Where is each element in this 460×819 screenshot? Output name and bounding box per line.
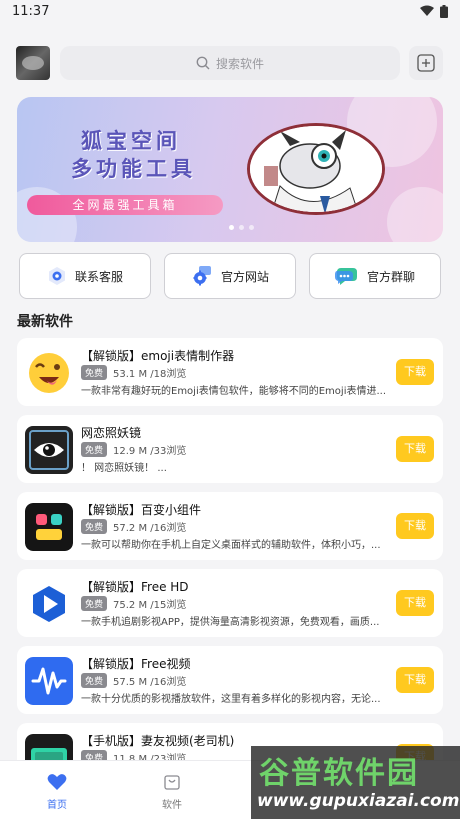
download-button[interactable]: 下载 <box>396 590 434 616</box>
download-button[interactable]: 下载 <box>396 513 434 539</box>
app-list-item[interactable]: 【解锁版】Free HD 免费 75.2 M /15浏览 一款手机追剧影视APP… <box>17 569 443 637</box>
website-gear-icon <box>193 266 211 286</box>
app-list-item[interactable]: 【解锁版】emoji表情制作器 免费 53.1 M /18浏览 一款非常有趣好玩… <box>17 338 443 406</box>
app-description: 一款手机追剧影视APP，提供海量高清影视资源，免费观看，画质... <box>81 617 380 628</box>
banner-illustration <box>247 123 385 215</box>
app-title: 【解锁版】Free视频 <box>81 657 191 671</box>
app-meta: 免费 53.1 M /18浏览 <box>81 365 186 380</box>
app-title: 【手机版】妻友视频(老司机) <box>81 734 235 748</box>
search-input[interactable]: 搜索软件 <box>60 46 400 80</box>
bag-icon <box>164 775 180 790</box>
search-placeholder: 搜索软件 <box>215 56 264 71</box>
app-list-item[interactable]: 【解锁版】百变小组件 免费 57.2 M /16浏览 一款可以帮助你在手机上自定… <box>17 492 443 560</box>
avatar[interactable] <box>16 46 50 80</box>
watermark-url: www.gupuxiazai.com <box>257 791 460 811</box>
quick-label-support: 联系客服 <box>74 269 123 284</box>
tab-software-label: 软件 <box>162 800 182 811</box>
app-title: 网恋照妖镜 <box>81 426 142 440</box>
app-stats: 12.9 M /33浏览 <box>113 446 187 457</box>
status-bar: 11:37 <box>0 0 460 22</box>
app-title: 【解锁版】百变小组件 <box>81 503 202 517</box>
battery-icon <box>440 4 448 18</box>
free-badge: 免费 <box>81 365 108 380</box>
download-button[interactable]: 下载 <box>396 359 434 385</box>
status-time: 11:37 <box>12 3 50 19</box>
app-description: 一款非常有趣好玩的Emoji表情包软件，能够将不同的Emoji表情进... <box>81 386 387 397</box>
heart-icon <box>47 774 67 790</box>
app-meta: 免费 57.5 M /16浏览 <box>81 673 186 688</box>
top-header: 搜索软件 <box>0 40 460 86</box>
app-meta: 免费 75.2 M /15浏览 <box>81 596 186 611</box>
emoji-face-icon <box>25 349 73 397</box>
app-title: 【解锁版】Free HD <box>81 580 189 594</box>
app-description: ！ 网恋照妖镜！ ... <box>81 463 167 474</box>
tab-home[interactable]: 首页 <box>27 773 87 811</box>
free-badge: 免费 <box>81 519 108 534</box>
official-group-chat-button[interactable]: 官方群聊 <box>309 253 441 299</box>
app-stats: 57.2 M /16浏览 <box>113 523 187 534</box>
chat-icon <box>334 268 357 285</box>
app-meta: 免费 12.9 M /33浏览 <box>81 442 186 457</box>
app-list-item[interactable]: 网恋照妖镜 免费 12.9 M /33浏览 ！ 网恋照妖镜！ ... 下载 <box>17 415 443 483</box>
quick-label-website: 官方网站 <box>220 269 269 284</box>
banner-title-line1: 狐宝空间 <box>81 129 181 153</box>
download-button[interactable]: 下载 <box>396 436 434 462</box>
add-button[interactable] <box>409 46 443 80</box>
quick-label-group-chat: 官方群聊 <box>366 269 415 284</box>
tab-home-label: 首页 <box>47 800 67 811</box>
support-icon <box>48 267 65 285</box>
waveform-icon <box>25 657 73 705</box>
app-description: 一款十分优质的影视播放软件，这里有着多样化的影视内容，无论... <box>81 694 381 705</box>
app-stats: 75.2 M /15浏览 <box>113 600 187 611</box>
status-icons <box>420 4 448 18</box>
watermark-title: 谷普软件园 <box>259 756 419 791</box>
free-badge: 免费 <box>81 673 108 688</box>
banner-title-line2: 多功能工具 <box>71 157 196 181</box>
free-badge: 免费 <box>81 442 108 457</box>
promo-banner[interactable]: 狐宝空间 多功能工具 全网最强工具箱 <box>17 97 443 242</box>
wifi-icon <box>420 5 434 16</box>
app-stats: 53.1 M /18浏览 <box>113 369 187 380</box>
app-title: 【解锁版】emoji表情制作器 <box>81 349 235 363</box>
widget-blocks-icon <box>25 503 73 551</box>
app-description: 一款可以帮助你在手机上自定义桌面样式的辅助软件，体积小巧，... <box>81 540 381 551</box>
app-meta: 免费 57.2 M /16浏览 <box>81 519 186 534</box>
eye-icon <box>25 426 73 474</box>
plus-square-icon <box>417 54 435 72</box>
contact-support-button[interactable]: 联系客服 <box>19 253 151 299</box>
tab-software[interactable]: 软件 <box>142 773 202 811</box>
play-icon <box>25 580 73 628</box>
app-stats: 57.5 M /16浏览 <box>113 677 187 688</box>
cat-illustration-icon <box>250 126 382 212</box>
download-button[interactable]: 下载 <box>396 667 434 693</box>
app-list-item[interactable]: 【解锁版】Free视频 免费 57.5 M /16浏览 一款十分优质的影视播放软… <box>17 646 443 714</box>
official-website-button[interactable]: 官方网站 <box>164 253 296 299</box>
banner-dots <box>229 225 254 230</box>
section-title-latest: 最新软件 <box>17 314 73 330</box>
search-icon <box>196 56 210 70</box>
banner-pill: 全网最强工具箱 <box>27 195 223 215</box>
free-badge: 免费 <box>81 596 108 611</box>
site-watermark: 谷普软件园 www.gupuxiazai.com <box>251 746 460 819</box>
